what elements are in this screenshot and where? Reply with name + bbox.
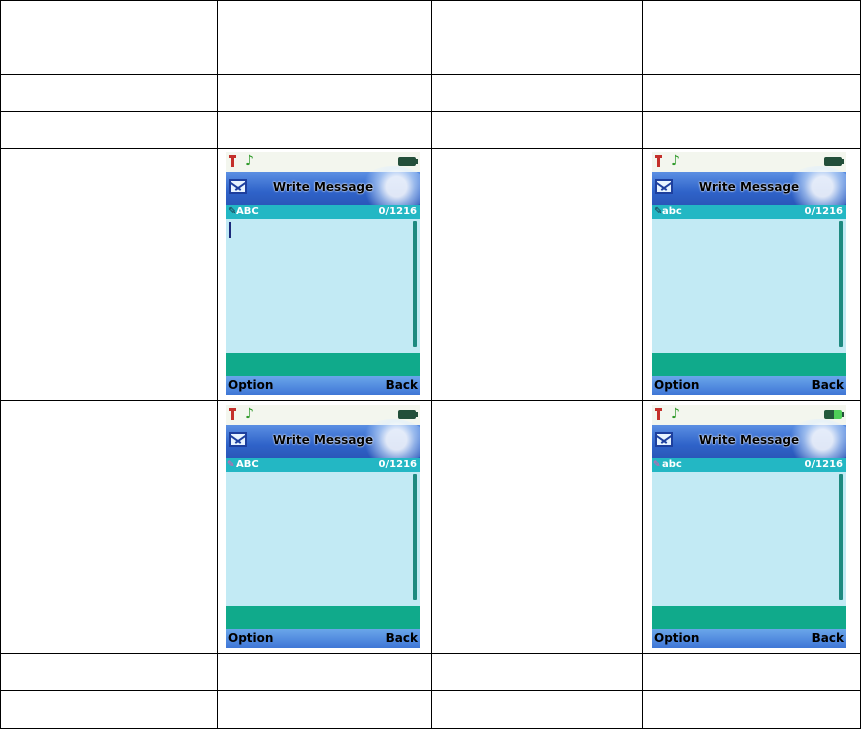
screen-title: Write Message — [272, 180, 374, 194]
message-text-area[interactable] — [652, 219, 846, 353]
back-softkey[interactable]: Back — [812, 376, 844, 395]
music-note-icon: ♪ — [671, 153, 680, 169]
scrollbar[interactable] — [839, 221, 843, 347]
option-softkey[interactable]: Option — [228, 376, 273, 395]
back-softkey[interactable]: Back — [812, 629, 844, 648]
input-mode: ABC — [236, 206, 259, 217]
battery-icon — [824, 157, 844, 166]
battery-icon — [398, 410, 418, 419]
music-note-icon: ♪ — [245, 406, 254, 422]
screen-title: Write Message — [698, 433, 800, 447]
grid-line — [0, 0, 1, 729]
multitap-pen-icon: ✎ — [653, 460, 661, 470]
battery-icon — [398, 157, 418, 166]
green-bar — [652, 606, 846, 629]
signal-icon — [655, 155, 662, 167]
grid-line — [431, 0, 432, 729]
grid-line — [642, 0, 643, 729]
screen-title: Write Message — [698, 180, 800, 194]
phone-screen: ♪ Write Message ✎ ABC 0/1216 Option Back — [226, 405, 420, 648]
back-softkey[interactable]: Back — [386, 629, 418, 648]
signal-icon — [229, 155, 236, 167]
green-bar — [652, 353, 846, 376]
signal-icon — [229, 408, 236, 420]
multitap-pen-icon: ✎ — [227, 460, 235, 470]
screen-title: Write Message — [272, 433, 374, 447]
phone-screen: ♪ Write Message ✎ abc 0/1216 Option Back — [652, 152, 846, 395]
green-bar — [226, 353, 420, 376]
back-softkey[interactable]: Back — [386, 376, 418, 395]
softkey-bar: Option Back — [226, 376, 420, 395]
battery-icon — [824, 410, 844, 419]
text-cursor — [229, 222, 231, 238]
phone-screen: ♪ Write Message ✎ abc 0/1216 Option Back — [652, 405, 846, 648]
grid-line — [217, 0, 218, 729]
signal-icon — [655, 408, 662, 420]
softkey-bar: Option Back — [652, 376, 846, 395]
input-mode: abc — [662, 206, 682, 217]
char-count: 0/1216 — [378, 459, 417, 470]
music-note-icon: ♪ — [245, 153, 254, 169]
input-info-bar: ✎ ABC 0/1216 — [226, 205, 420, 219]
music-note-icon: ♪ — [671, 406, 680, 422]
input-info-bar: ✎ abc 0/1216 — [652, 205, 846, 219]
title-bar: Write Message — [226, 419, 420, 465]
scrollbar[interactable] — [413, 474, 417, 600]
phone-screen: ♪ Write Message ✎ ABC 0/1216 Option Back — [226, 152, 420, 395]
char-count: 0/1216 — [804, 459, 843, 470]
scrollbar[interactable] — [413, 221, 417, 347]
input-mode: abc — [662, 459, 682, 470]
message-text-area[interactable] — [652, 472, 846, 606]
option-softkey[interactable]: Option — [654, 629, 699, 648]
char-count: 0/1216 — [378, 206, 417, 217]
title-bar: Write Message — [652, 166, 846, 212]
green-bar — [226, 606, 420, 629]
input-info-bar: ✎ abc 0/1216 — [652, 458, 846, 472]
input-mode: ABC — [236, 459, 259, 470]
option-softkey[interactable]: Option — [228, 629, 273, 648]
message-text-area[interactable] — [226, 472, 420, 606]
softkey-bar: Option Back — [226, 629, 420, 648]
title-bar: Write Message — [226, 166, 420, 212]
input-info-bar: ✎ ABC 0/1216 — [226, 458, 420, 472]
message-text-area[interactable] — [226, 219, 420, 353]
scrollbar[interactable] — [839, 474, 843, 600]
option-softkey[interactable]: Option — [654, 376, 699, 395]
char-count: 0/1216 — [804, 206, 843, 217]
softkey-bar: Option Back — [652, 629, 846, 648]
title-bar: Write Message — [652, 419, 846, 465]
